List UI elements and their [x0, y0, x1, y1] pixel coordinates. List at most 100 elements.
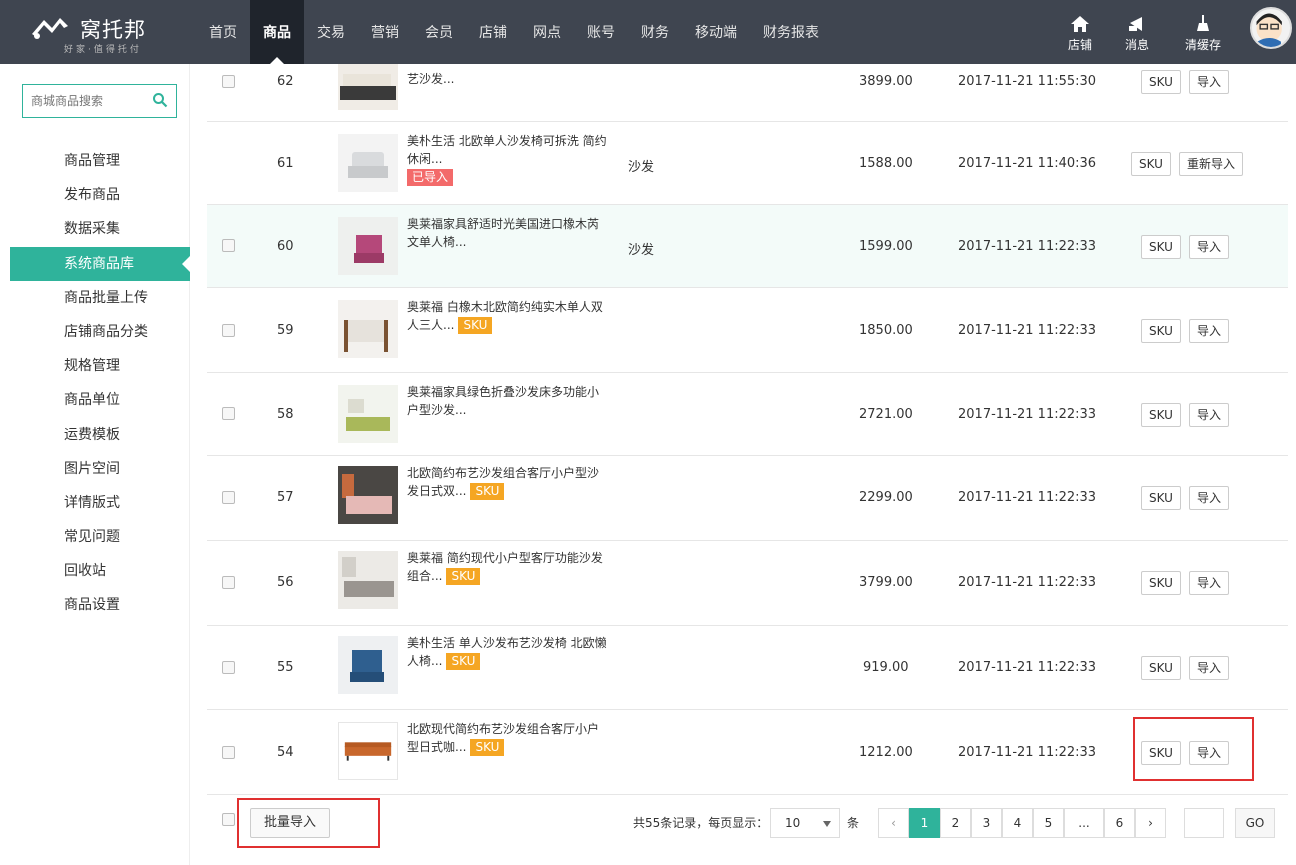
sidebar-item-recycle-bin[interactable]: 回收站: [10, 554, 190, 588]
logo-text: 窝托邦: [80, 18, 146, 42]
product-time: 2017-11-21 11:55:30: [958, 74, 1097, 89]
product-title: 奥莱福家具舒适时光美国进口橡木芮 文单人椅...: [407, 215, 627, 251]
product-title: 北欧现代简约布艺沙发组合客厅小户 型日式咖... SKU: [407, 720, 627, 756]
batch-import-button[interactable]: 批量导入: [250, 808, 331, 838]
product-title: 北欧简约布艺沙发组合客厅小户型沙 发日式双... SKU: [407, 464, 627, 500]
nav-account[interactable]: 账号: [574, 0, 628, 64]
store-tool[interactable]: 店铺: [1058, 14, 1102, 53]
import-button[interactable]: 导入: [1189, 235, 1230, 259]
page-prev[interactable]: ‹: [878, 808, 909, 838]
product-search-box: [22, 84, 177, 118]
sku-button[interactable]: SKU: [1141, 235, 1181, 259]
sidebar-item-detail-layouts[interactable]: 详情版式: [10, 486, 190, 520]
product-title: 奥莱福 简约现代小户型客厅功能沙发 组合... SKU: [407, 549, 627, 585]
row-checkbox[interactable]: [222, 746, 235, 759]
page-ellipsis[interactable]: ...: [1064, 808, 1104, 838]
home-icon: [1071, 16, 1089, 32]
logo-subtitle: 好家·值得托付: [64, 45, 142, 55]
search-icon[interactable]: [152, 92, 168, 108]
nav-members[interactable]: 会员: [412, 0, 466, 64]
sidebar-item-publish-product[interactable]: 发布商品: [10, 178, 190, 212]
row-checkbox[interactable]: [222, 239, 235, 252]
sku-button[interactable]: SKU: [1131, 152, 1171, 176]
row-checkbox[interactable]: [222, 661, 235, 674]
page-6[interactable]: 6: [1104, 808, 1135, 838]
nav-mobile[interactable]: 移动端: [682, 0, 750, 64]
page-next[interactable]: ›: [1135, 808, 1166, 838]
main-nav: 首页 商品 交易 营销 会员 店铺 网点 账号 财务 移动端 财务报表: [196, 0, 832, 64]
import-button[interactable]: 导入: [1189, 403, 1230, 427]
sku-button[interactable]: SKU: [1141, 403, 1181, 427]
user-avatar[interactable]: [1250, 7, 1292, 49]
nav-home[interactable]: 首页: [196, 0, 250, 64]
sidebar-item-store-categories[interactable]: 店铺商品分类: [10, 315, 190, 349]
page-4[interactable]: 4: [1002, 808, 1033, 838]
sku-button[interactable]: SKU: [1141, 486, 1181, 510]
page-5[interactable]: 5: [1033, 808, 1064, 838]
sidebar-item-faq[interactable]: 常见问题: [10, 520, 190, 554]
nav-store[interactable]: 店铺: [466, 0, 520, 64]
page-size-select[interactable]: 10: [770, 808, 840, 838]
page-2[interactable]: 2: [940, 808, 971, 838]
messages-tool[interactable]: 消息: [1115, 14, 1159, 53]
nav-trade[interactable]: 交易: [304, 0, 358, 64]
page-1[interactable]: 1: [909, 808, 940, 838]
import-button[interactable]: 导入: [1189, 656, 1230, 680]
nav-finance[interactable]: 财务: [628, 0, 682, 64]
sidebar-item-batch-upload[interactable]: 商品批量上传: [10, 281, 190, 315]
reimport-button[interactable]: 重新导入: [1179, 152, 1244, 176]
sidebar-item-system-product-library[interactable]: 系统商品库: [10, 246, 190, 281]
nav-outlets[interactable]: 网点: [520, 0, 574, 64]
logo-icon: [32, 18, 68, 39]
sidebar-item-image-space[interactable]: 图片空间: [10, 452, 190, 486]
nav-finance-reports[interactable]: 财务报表: [750, 0, 832, 64]
product-title-line1: 美朴生活 单人沙发布艺沙发椅 北欧懒: [407, 636, 607, 650]
row-checkbox[interactable]: [222, 491, 235, 504]
import-button[interactable]: 导入: [1189, 319, 1230, 343]
import-button[interactable]: 导入: [1189, 486, 1230, 510]
sidebar-item-product-units[interactable]: 商品单位: [10, 383, 190, 417]
nav-marketing[interactable]: 营销: [358, 0, 412, 64]
product-thumbnail: [338, 722, 398, 780]
logo[interactable]: 窝托邦 好家·值得托付: [30, 10, 170, 55]
row-checkbox[interactable]: [222, 576, 235, 589]
import-button[interactable]: 导入: [1189, 70, 1230, 94]
import-button[interactable]: 导入: [1189, 571, 1230, 595]
sku-button[interactable]: SKU: [1141, 319, 1181, 343]
sku-button[interactable]: SKU: [1141, 656, 1181, 680]
table-row: 60 奥莱福家具舒适时光美国进口橡木芮 文单人椅... 沙发 1599.00 2…: [207, 205, 1288, 288]
sidebar-item-shipping-templates[interactable]: 运费模板: [10, 418, 190, 452]
sku-button[interactable]: SKU: [1141, 741, 1181, 765]
product-title: 美朴生活 北欧单人沙发椅可拆洗 简约 休闲... 已导入: [407, 132, 627, 186]
product-price: 1599.00: [859, 239, 913, 254]
product-title-line1: 奥莱福 白橡木北欧简约纯实木单人双: [407, 300, 603, 314]
sku-badge: SKU: [446, 653, 481, 670]
nav-products[interactable]: 商品: [250, 0, 304, 64]
row-checkbox[interactable]: [222, 407, 235, 420]
clear-cache-tool[interactable]: 清缓存: [1181, 14, 1225, 53]
table-row: 59 奥莱福 白橡木北欧简约纯实木单人双 人三人... SKU 1850.00 2…: [207, 288, 1288, 373]
product-thumbnail: [338, 466, 398, 524]
product-thumbnail: [338, 636, 398, 694]
row-id: 58: [277, 407, 294, 422]
product-title-line2: 人椅...: [407, 654, 443, 668]
sku-button[interactable]: SKU: [1141, 571, 1181, 595]
sku-badge: SKU: [470, 483, 505, 500]
sku-button[interactable]: SKU: [1141, 70, 1181, 94]
product-title-line2: 休闲...: [407, 152, 443, 166]
sidebar-item-product-settings[interactable]: 商品设置: [10, 588, 190, 622]
product-search-input[interactable]: [23, 85, 143, 117]
row-checkbox[interactable]: [222, 75, 235, 88]
sidebar-item-spec-management[interactable]: 规格管理: [10, 349, 190, 383]
product-title-line2: 发日式双...: [407, 484, 467, 498]
sidebar-item-data-collection[interactable]: 数据采集: [10, 212, 190, 246]
go-button[interactable]: GO: [1235, 808, 1275, 838]
import-button[interactable]: 导入: [1189, 741, 1230, 765]
product-price: 2299.00: [859, 490, 913, 505]
row-checkbox[interactable]: [222, 324, 235, 337]
product-price: 1850.00: [859, 323, 913, 338]
page-jump-input[interactable]: [1184, 808, 1224, 838]
page-3[interactable]: 3: [971, 808, 1002, 838]
select-all-checkbox[interactable]: [222, 813, 235, 826]
sidebar-item-product-management[interactable]: 商品管理: [10, 144, 190, 178]
